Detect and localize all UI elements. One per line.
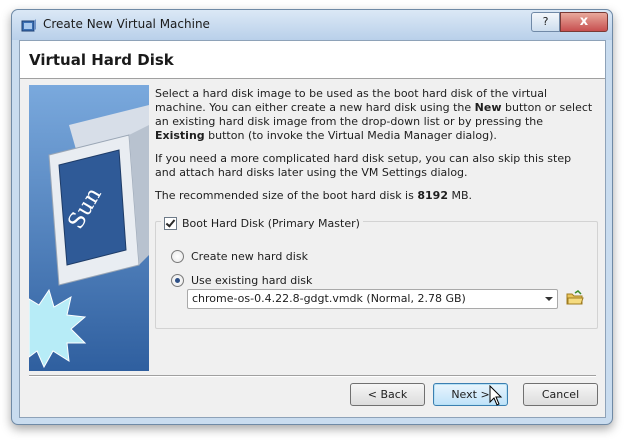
chevron-down-icon[interactable] <box>545 297 553 301</box>
dialog-window: Create New Virtual Machine ? x Virtual H… <box>11 9 613 425</box>
cancel-button[interactable]: Cancel <box>523 383 598 406</box>
recommended-size-text: The recommended size of the boot hard di… <box>155 189 473 202</box>
advanced-paragraph: If you need a more complicated hard disk… <box>155 152 572 179</box>
mouse-cursor-icon <box>489 385 503 406</box>
virtualbox-app-icon <box>21 19 36 32</box>
use-existing-disk-label: Use existing hard disk <box>191 274 313 287</box>
open-folder-icon[interactable] <box>566 290 584 306</box>
page-title: Virtual Hard Disk <box>29 51 174 69</box>
existing-disk-select[interactable]: chrome-os-0.4.22.8-gdgt.vmdk (Normal, 2.… <box>187 289 558 309</box>
create-new-disk-label: Create new hard disk <box>191 250 308 263</box>
title-bar[interactable]: Create New Virtual Machine ? x <box>12 10 612 40</box>
close-button[interactable]: x <box>560 12 608 32</box>
checkbox-checked-icon[interactable] <box>164 216 177 230</box>
wizard-banner-image: Sun <box>29 85 149 371</box>
page-header: Virtual Hard Disk <box>20 41 605 79</box>
use-existing-disk-radio[interactable]: Use existing hard disk <box>171 274 312 287</box>
intro-paragraph: Select a hard disk image to be used as t… <box>155 87 593 142</box>
footer-separator <box>29 375 596 377</box>
dialog-content: Virtual Hard Disk Sun Select a hard disk… <box>19 40 606 418</box>
radio-selected-icon[interactable] <box>171 274 184 287</box>
radio-unselected-icon[interactable] <box>171 250 184 263</box>
description-text: Select a hard disk image to be used as t… <box>155 87 595 212</box>
window-title: Create New Virtual Machine <box>43 17 210 31</box>
help-button[interactable]: ? <box>531 12 560 32</box>
back-button[interactable]: < Back <box>350 383 425 406</box>
existing-disk-select-value: chrome-os-0.4.22.8-gdgt.vmdk (Normal, 2.… <box>192 292 466 305</box>
boot-hard-disk-checkbox[interactable]: Boot Hard Disk (Primary Master) <box>161 215 363 231</box>
recommended-size-value: 8192 <box>417 189 448 202</box>
create-new-disk-radio[interactable]: Create new hard disk <box>171 250 308 263</box>
boot-hard-disk-label: Boot Hard Disk (Primary Master) <box>182 216 360 230</box>
virtualbox-cube-illustration: Sun <box>29 85 149 371</box>
